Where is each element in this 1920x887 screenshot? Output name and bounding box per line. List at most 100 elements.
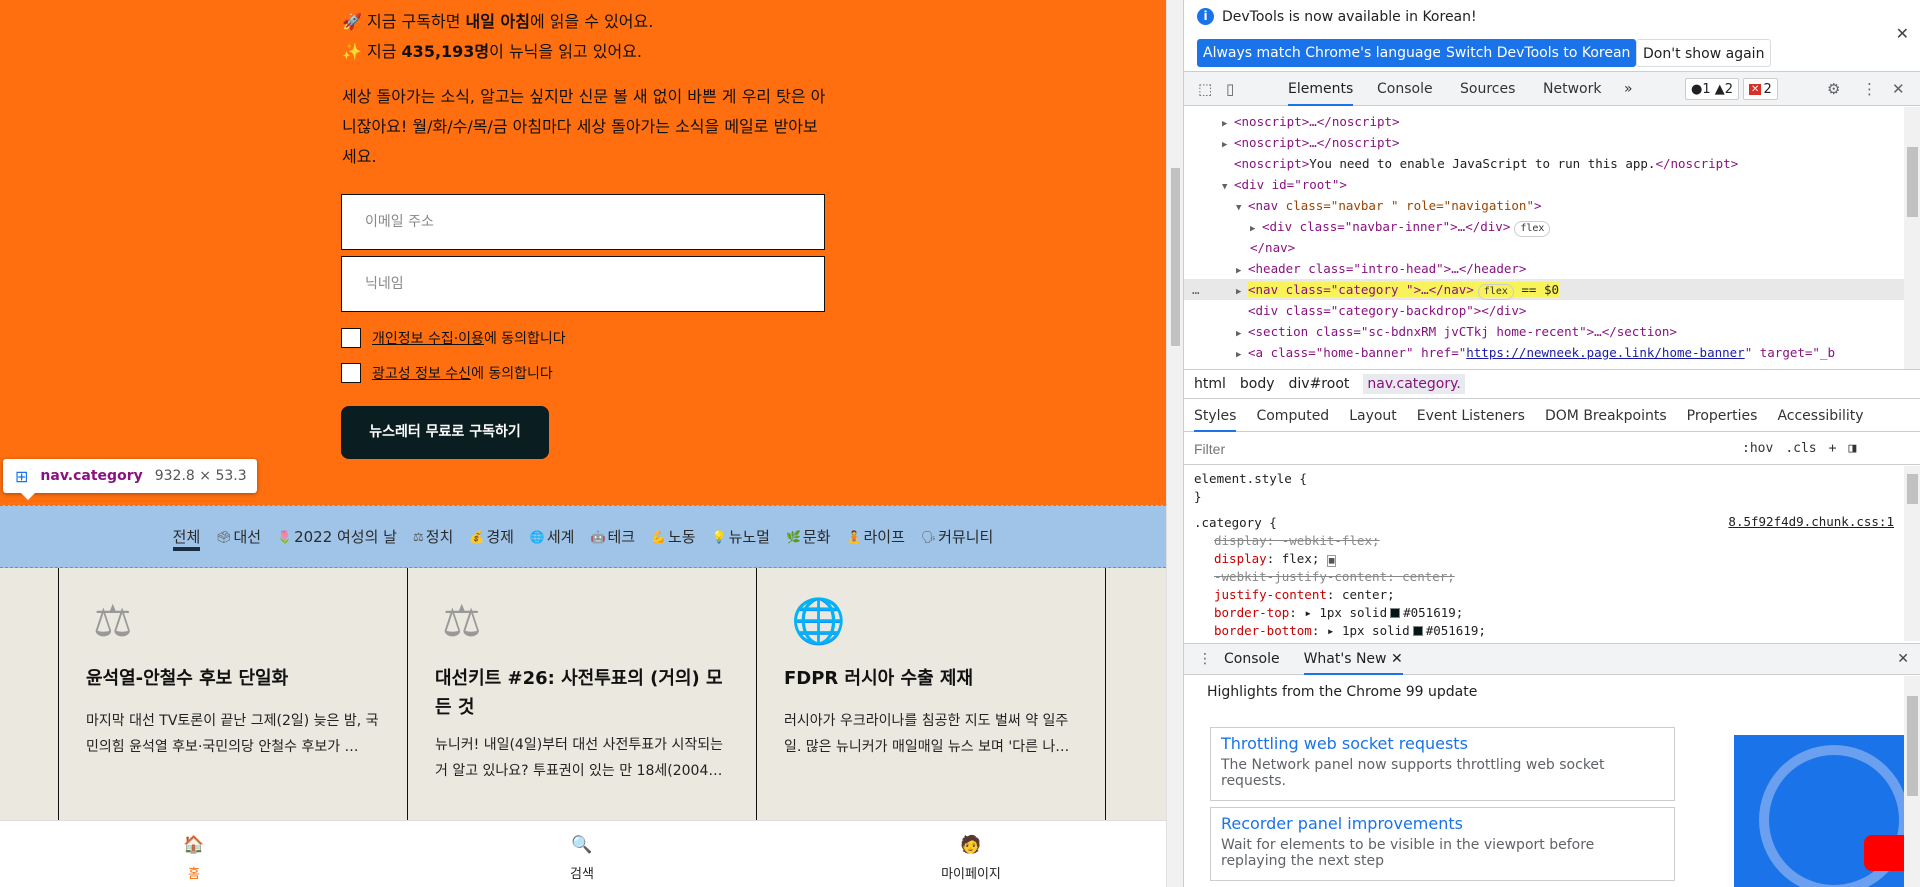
nav-home[interactable]: 🏠 홈 xyxy=(154,835,234,882)
stylesheet-link[interactable]: 8.5f92f4d9.chunk.css:1 xyxy=(1728,514,1894,529)
tab-event-listeners[interactable]: Event Listeners xyxy=(1417,400,1525,432)
class-toggle[interactable]: .cls xyxy=(1785,441,1816,456)
tab-accessibility[interactable]: Accessibility xyxy=(1777,400,1863,432)
switch-korean-button[interactable]: Switch DevTools to Korean xyxy=(1440,39,1637,67)
styles-filter-input[interactable] xyxy=(1190,436,1730,461)
category-item[interactable]: 🌐 세계 xyxy=(530,526,575,547)
css-declaration[interactable]: display: flex; ▦ xyxy=(1214,550,1337,568)
article-card[interactable]: 🌐 FDPR 러시아 수출 제재 러시아가 우크라이나를 침공한 지도 벌써 약… xyxy=(756,568,1106,820)
issue-badges[interactable]: ● 1 ▲ 2 ✕ 2 xyxy=(1685,78,1782,100)
category-item[interactable]: 🌷 2022 여성의 날 xyxy=(277,526,397,547)
color-swatch[interactable] xyxy=(1390,608,1401,618)
consent-ads-checkbox[interactable] xyxy=(341,363,361,383)
banner-link[interactable]: https://newneek.page.link/home-banner xyxy=(1466,345,1744,360)
scrollbar-thumb[interactable] xyxy=(1907,474,1918,504)
feature-card[interactable]: Recorder panel improvements Wait for ele… xyxy=(1210,807,1675,881)
article-card[interactable]: ⚖ 윤석열-안철수 후보 단일화 마지막 대선 TV토론이 끝난 그제(2일) … xyxy=(58,568,408,820)
styles-scrollbar[interactable] xyxy=(1904,466,1920,641)
css-declaration[interactable]: border-top: ▸ 1px solid #051619; xyxy=(1214,604,1463,622)
drawer-tab-console[interactable]: Console xyxy=(1224,643,1280,675)
nav-mypage[interactable]: 🧑 마이페이지 xyxy=(931,835,1011,882)
category-item[interactable]: 🧘 라이프 xyxy=(847,526,905,547)
tab-properties[interactable]: Properties xyxy=(1687,400,1758,432)
category-item[interactable]: 💰 경제 xyxy=(469,526,514,547)
tab-computed[interactable]: Computed xyxy=(1256,400,1329,432)
email-input[interactable]: 이메일 주소 xyxy=(341,194,825,250)
css-declaration[interactable]: border-bottom: ▸ 1px solid #051619; xyxy=(1214,622,1486,640)
more-actions-icon[interactable]: … xyxy=(1192,279,1200,300)
tab-sources[interactable]: Sources xyxy=(1460,72,1515,106)
tab-layout[interactable]: Layout xyxy=(1349,400,1397,432)
tab-dom-breakpoints[interactable]: DOM Breakpoints xyxy=(1545,400,1667,432)
feature-title[interactable]: Recorder panel improvements xyxy=(1221,814,1664,833)
close-devtools-icon[interactable]: ✕ xyxy=(1892,80,1905,98)
nickname-input[interactable]: 닉네임 xyxy=(341,256,825,312)
ads-policy-link[interactable]: 광고성 정보 수신 xyxy=(372,363,471,383)
dom-node[interactable]: ▶ <noscript>…</noscript> xyxy=(1184,132,1904,153)
flex-editor-icon[interactable]: ▦ xyxy=(1326,555,1337,567)
dom-node[interactable]: ▼ <div id="root"> xyxy=(1184,174,1904,195)
hover-state-toggle[interactable]: :hov xyxy=(1742,441,1773,456)
dom-node[interactable]: ▶ <div class="navbar-inner">…</div> flex xyxy=(1184,216,1904,237)
dom-node[interactable]: ▶ <section class="sc-bdnxRM jvCTkj home-r… xyxy=(1184,321,1904,342)
error-badge[interactable]: ✕ 2 xyxy=(1743,78,1778,100)
flex-badge[interactable]: flex xyxy=(1514,221,1551,237)
flex-badge[interactable]: flex xyxy=(1477,284,1514,300)
consent-privacy-checkbox[interactable] xyxy=(341,328,361,348)
close-tab-icon[interactable]: ✕ xyxy=(1391,651,1403,667)
dom-node[interactable]: <noscript>You need to enable JavaScript … xyxy=(1184,153,1904,174)
dom-node-selected[interactable]: … ▶ <nav class="category ">…</nav> flex == … xyxy=(1184,279,1904,300)
category-rule-selector[interactable]: .category { xyxy=(1194,514,1277,532)
category-item[interactable]: 🗣 커뮤니티 xyxy=(921,526,993,547)
feature-title[interactable]: Throttling web socket requests xyxy=(1221,734,1664,753)
dom-node[interactable]: ▶ <a class="home-banner" href="https://ne… xyxy=(1184,342,1904,363)
category-item[interactable]: 🗳 대선 xyxy=(216,526,261,547)
article-card[interactable]: ⚖ 대선키트 #26: 사전투표의 (거의) 모든 것 뉴니커! 내일(4일)부… xyxy=(407,568,757,820)
scrollbar-thumb[interactable] xyxy=(1907,147,1918,217)
crumb-html[interactable]: html xyxy=(1194,376,1226,392)
whats-new-scrollbar[interactable] xyxy=(1904,676,1920,887)
sidebar-toggle-icon[interactable]: ◨ xyxy=(1848,441,1856,456)
play-icon[interactable] xyxy=(1864,835,1904,871)
dom-scrollbar[interactable] xyxy=(1904,107,1920,369)
drawer-menu-icon[interactable]: ⋮ xyxy=(1198,651,1212,667)
inspect-icon[interactable]: ⬚ xyxy=(1198,80,1212,98)
kebab-menu-icon[interactable]: ⋮ xyxy=(1862,80,1877,98)
subscribe-button[interactable]: 뉴스레터 무료로 구독하기 xyxy=(341,406,549,459)
category-item[interactable]: 💪 노동 xyxy=(651,526,696,547)
category-item[interactable]: ⚖ 정치 xyxy=(413,526,453,547)
expand-triangle-icon[interactable]: ▶ xyxy=(1236,345,1248,366)
drawer-tab-whats-new[interactable]: What's New ✕ xyxy=(1303,643,1403,675)
css-declaration[interactable]: display: -webkit-flex; xyxy=(1214,532,1380,550)
close-drawer-icon[interactable]: ✕ xyxy=(1897,651,1909,667)
device-toolbar-icon[interactable]: ▯ xyxy=(1226,80,1234,98)
tab-network[interactable]: Network xyxy=(1543,72,1601,106)
feature-card[interactable]: Throttling web socket requests The Netwo… xyxy=(1210,727,1675,801)
dom-node[interactable]: ▶ <noscript>…</noscript> xyxy=(1184,111,1904,132)
dom-node[interactable]: ▶ <header class="intro-head">…</header> xyxy=(1184,258,1904,279)
category-item[interactable]: 💡 뉴노멀 xyxy=(712,526,770,547)
crumb-body[interactable]: body xyxy=(1240,376,1275,392)
dont-show-button[interactable]: Don't show again xyxy=(1636,39,1772,67)
page-scrollbar[interactable] xyxy=(1166,0,1183,887)
close-icon[interactable]: ✕ xyxy=(1896,24,1909,43)
crumb-nav-category[interactable]: nav.category. xyxy=(1363,374,1465,394)
tab-styles[interactable]: Styles xyxy=(1194,400,1237,432)
category-item[interactable]: 전체 xyxy=(172,522,201,551)
nav-search[interactable]: 🔍 검색 xyxy=(542,835,622,882)
scrollbar-thumb[interactable] xyxy=(1171,168,1180,346)
color-swatch[interactable] xyxy=(1412,626,1423,636)
privacy-policy-link[interactable]: 개인정보 수집·이용 xyxy=(372,328,484,348)
dom-node[interactable]: </nav> xyxy=(1184,237,1904,258)
crumb-root[interactable]: div#root xyxy=(1289,376,1350,392)
message-badge[interactable]: ● 1 ▲ 2 xyxy=(1685,78,1740,100)
tab-console[interactable]: Console xyxy=(1377,72,1433,106)
category-item[interactable]: 🌿 문화 xyxy=(786,526,831,547)
gear-icon[interactable]: ⚙ xyxy=(1827,80,1840,98)
category-item[interactable]: 🤖 테크 xyxy=(590,526,635,547)
tab-elements[interactable]: Elements xyxy=(1288,72,1354,106)
scrollbar-thumb[interactable] xyxy=(1907,696,1918,796)
dom-node[interactable]: <div class="category-backdrop"></div> xyxy=(1184,300,1904,321)
new-rule-icon[interactable]: + xyxy=(1829,441,1837,456)
dom-node[interactable]: ▼ <nav class="navbar " role="navigation"> xyxy=(1184,195,1904,216)
